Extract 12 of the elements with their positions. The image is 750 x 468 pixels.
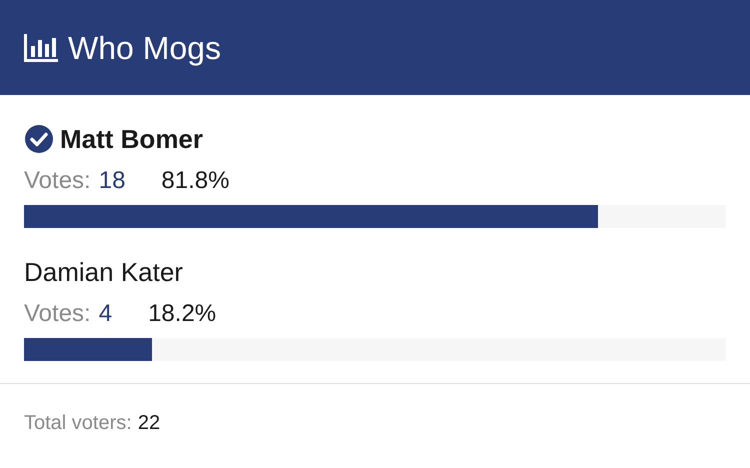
votes-count: 4 xyxy=(98,299,112,329)
vote-percent: 81.8% xyxy=(161,166,230,196)
option-name: Damian Kater xyxy=(24,256,183,288)
votes-count: 18 xyxy=(98,166,126,196)
votes-label: Votes: xyxy=(24,166,91,196)
poll-title: Who Mogs xyxy=(68,28,221,68)
total-voters-count: 22 xyxy=(138,411,160,436)
option-name: Matt Bomer xyxy=(60,122,204,156)
bar-chart-icon xyxy=(24,34,58,62)
votes-label: Votes: xyxy=(24,299,91,329)
total-voters-label: Total voters: xyxy=(24,411,132,436)
vote-percent: 18.2% xyxy=(148,299,216,329)
